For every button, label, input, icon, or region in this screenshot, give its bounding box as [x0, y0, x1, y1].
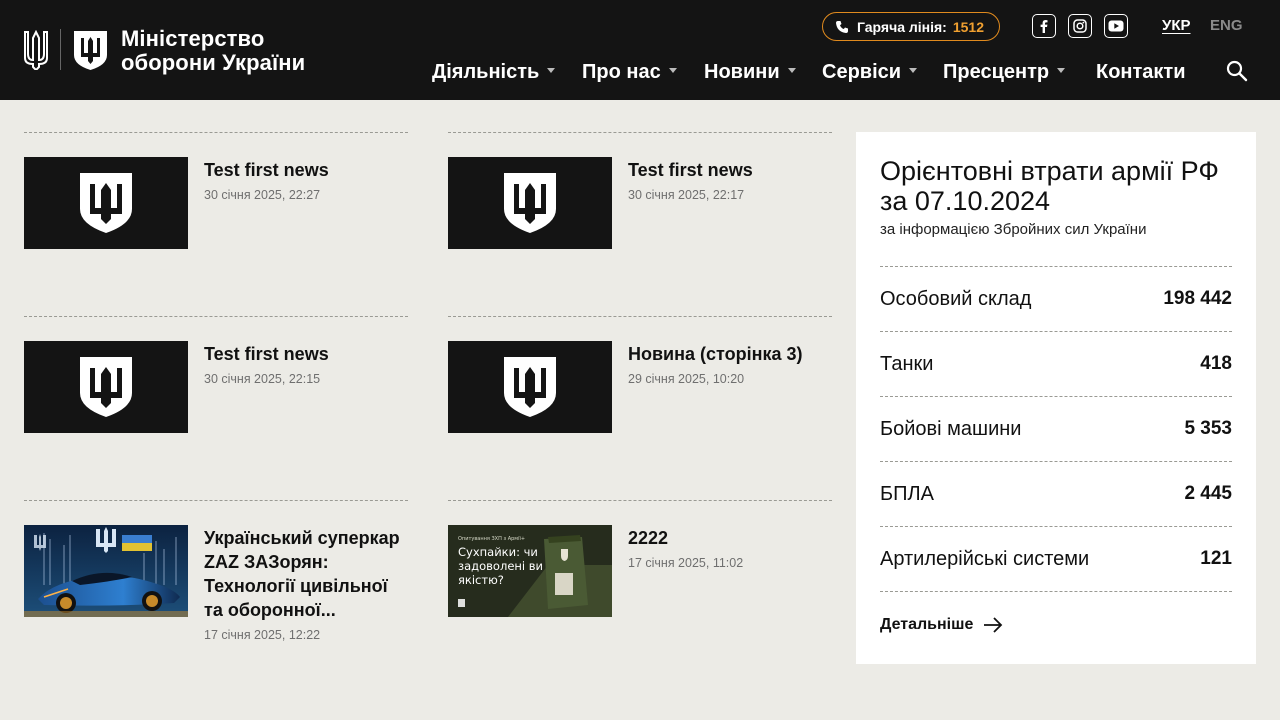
news-divider — [448, 500, 832, 501]
facebook-link[interactable] — [1032, 14, 1056, 38]
stat-label: БПЛА — [880, 482, 934, 505]
chevron-down-icon — [1057, 67, 1066, 73]
nav-item-label: Діяльність — [432, 60, 540, 83]
logo-title-line2: оборони України — [121, 50, 306, 75]
more-details-label: Детальніше — [880, 616, 974, 633]
site-logo-title[interactable]: Міністерство оборони України — [121, 27, 305, 75]
nav-item-services[interactable]: Сервіси — [822, 59, 918, 85]
losses-row-combat-vehicles: Бойові машини 5 353 — [880, 396, 1232, 461]
lang-ukr-link[interactable]: УКР — [1162, 17, 1191, 34]
phone-icon — [836, 20, 848, 33]
news-title[interactable]: 2222 — [628, 526, 834, 550]
lang-eng-link[interactable]: ENG — [1210, 17, 1243, 34]
instagram-icon — [1073, 19, 1087, 33]
logo-divider — [60, 29, 61, 70]
news-thumbnail[interactable] — [24, 157, 188, 249]
stat-value: 121 — [1200, 548, 1232, 569]
news-date: 30 січня 2025, 22:15 — [204, 372, 321, 386]
nav-item-label: Про нас — [582, 60, 661, 83]
mod-shield-logo-icon — [504, 173, 556, 233]
news-divider — [24, 132, 408, 133]
losses-row-personnel: Особовий склад 198 442 — [880, 266, 1232, 331]
trident-logo-icon[interactable] — [23, 30, 49, 70]
stat-value: 5 353 — [1184, 418, 1232, 439]
nav-item-about[interactable]: Про нас — [582, 59, 677, 85]
stat-label: Бойові машини — [880, 417, 1022, 440]
stat-label: Танки — [880, 352, 934, 375]
nav-item-label: Сервіси — [822, 60, 902, 83]
logo-title-line1: Міністерство — [121, 26, 265, 51]
nav-item-label: Контакти — [1096, 60, 1186, 83]
hotline-button[interactable]: Гаряча лінія: 1512 — [822, 12, 1000, 41]
losses-row-artillery: Артилерійські системи 121 — [880, 526, 1232, 591]
site-header: Міністерство оборони України Гаряча ліні… — [0, 0, 1280, 100]
news-title[interactable]: Test first news — [204, 342, 410, 366]
losses-subtitle: за інформацією Збройних сил України — [880, 221, 1147, 238]
news-title[interactable]: Test first news — [204, 158, 410, 182]
losses-title: Орієнтовні втрати армії РФ за 07.10.2024 — [880, 156, 1219, 216]
news-title[interactable]: Новина (сторінка 3) — [628, 342, 834, 366]
stat-value: 418 — [1200, 353, 1232, 374]
news-date: 30 січня 2025, 22:17 — [628, 188, 745, 202]
chevron-down-icon — [787, 67, 796, 73]
news-date: 29 січня 2025, 10:20 — [628, 372, 745, 386]
news-divider — [448, 132, 832, 133]
losses-row-tanks: Танки 418 — [880, 331, 1232, 396]
hotline-number: 1512 — [952, 18, 984, 35]
nav-item-news[interactable]: Новини — [704, 59, 796, 85]
thumb-caption: Сухпайки: чи задоволені ви якістю? — [458, 545, 544, 587]
news-date: 17 січня 2025, 12:22 — [204, 628, 321, 642]
search-icon[interactable] — [1225, 59, 1249, 83]
news-title-line: ZAZ ЗАЗорян: — [204, 552, 329, 572]
nav-item-activity[interactable]: Діяльність — [432, 59, 556, 85]
chevron-down-icon — [668, 67, 677, 73]
russian-losses-panel: Орієнтовні втрати армії РФ за 07.10.2024… — [856, 132, 1256, 664]
news-thumbnail[interactable] — [448, 157, 612, 249]
mod-shield-logo-icon — [504, 357, 556, 417]
thumb-caption-small: Опитування ЗХП з Армії+ — [458, 536, 526, 542]
news-date: 17 січня 2025, 11:02 — [628, 556, 744, 570]
mod-shield-logo-icon[interactable] — [72, 29, 109, 71]
nav-item-label: Пресцентр — [943, 60, 1050, 83]
nav-item-label: Новини — [704, 60, 780, 83]
stat-value: 2 445 — [1184, 483, 1232, 504]
losses-row-uav: БПЛА 2 445 — [880, 461, 1232, 526]
chevron-down-icon — [547, 67, 556, 73]
youtube-link[interactable] — [1104, 14, 1128, 38]
news-thumbnail[interactable] — [24, 525, 188, 617]
facebook-icon — [1040, 20, 1048, 33]
more-details-link[interactable]: Детальніше — [880, 616, 1003, 634]
stat-label: Особовий склад — [880, 287, 1032, 310]
news-title-line: Технології цивільної — [204, 576, 388, 596]
news-date: 30 січня 2025, 22:27 — [204, 188, 321, 202]
supercar-photo-image — [24, 525, 188, 617]
news-thumbnail[interactable]: Опитування ЗХП з Армії+ Сухпайки: чи зад… — [448, 525, 612, 617]
mod-shield-logo-icon — [80, 173, 132, 233]
stat-label: Артилерійські системи — [880, 547, 1090, 570]
nav-item-press[interactable]: Пресцентр — [943, 59, 1066, 85]
nav-item-contacts[interactable]: Контакти — [1096, 59, 1186, 85]
news-thumbnail[interactable] — [24, 341, 188, 433]
news-title-line: Український суперкар — [204, 528, 400, 548]
news-divider — [24, 316, 408, 317]
news-title[interactable]: Test first news — [628, 158, 834, 182]
instagram-link[interactable] — [1068, 14, 1092, 38]
arrow-right-icon — [984, 617, 1003, 633]
news-thumbnail[interactable] — [448, 341, 612, 433]
news-divider — [448, 316, 832, 317]
chevron-down-icon — [909, 67, 918, 73]
losses-divider — [880, 591, 1232, 592]
youtube-icon — [1108, 20, 1124, 32]
stat-value: 198 442 — [1163, 288, 1232, 309]
news-title-line: та оборонної... — [204, 600, 336, 620]
news-divider — [24, 500, 408, 501]
mod-shield-logo-icon — [80, 357, 132, 417]
hotline-label: Гаряча лінія: — [857, 18, 947, 35]
news-title[interactable]: Український суперкар ZAZ ЗАЗорян: Технол… — [204, 526, 410, 622]
